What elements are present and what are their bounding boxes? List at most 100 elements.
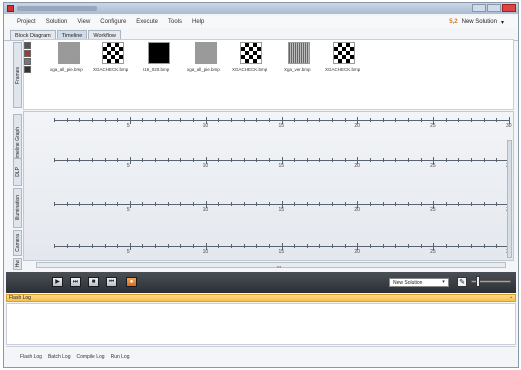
- timeline-tick: [66, 118, 68, 122]
- solution-select[interactable]: New Solution ▾: [389, 278, 449, 287]
- log-title: Flash Log: [9, 295, 31, 301]
- vtab-hw[interactable]: Hw: [13, 258, 22, 270]
- scroll-thumb[interactable]: ▪▪▪: [277, 264, 281, 269]
- timeline-tick-label: 20: [354, 123, 360, 129]
- timeline-tick-label: 5: [126, 123, 130, 129]
- timeline-tick-label: 20: [354, 249, 360, 255]
- timeline-tick-label: 25: [430, 249, 436, 255]
- timeline-tick: [193, 118, 195, 122]
- timeline-tick-label: 15: [278, 207, 285, 213]
- timeline-tick: [458, 158, 460, 162]
- timeline-tick: [483, 202, 485, 206]
- record-icon[interactable]: ●: [126, 277, 137, 287]
- delete-icon[interactable]: [24, 50, 31, 57]
- step-forward-icon[interactable]: ⏭: [70, 277, 81, 287]
- vertical-scrollbar[interactable]: [507, 140, 512, 258]
- timeline-tick: [268, 118, 270, 122]
- timeline-tick: [471, 244, 473, 248]
- timeline-tick: [256, 118, 258, 122]
- menu-execute[interactable]: Execute: [131, 19, 163, 25]
- timeline-tick: [256, 158, 258, 162]
- timeline-tick: [332, 244, 334, 248]
- timeline-tick: [294, 158, 296, 162]
- frame-thumbnail[interactable]: [240, 42, 262, 64]
- timeline-tick: [445, 158, 447, 162]
- menu-tools[interactable]: Tools: [163, 19, 187, 25]
- timeline-tick: [66, 158, 68, 162]
- timeline-tick: [155, 202, 157, 206]
- timeline-tick: [167, 244, 169, 248]
- tab-flash-log[interactable]: Flash Log: [20, 354, 42, 360]
- list-icon[interactable]: [24, 66, 31, 73]
- menu-project[interactable]: Project: [12, 19, 41, 25]
- maximize-button[interactable]: [487, 4, 501, 12]
- tab-batch-log[interactable]: Batch Log: [48, 354, 71, 360]
- log-output[interactable]: [6, 303, 516, 345]
- timeline-tick: [483, 118, 485, 122]
- timeline-tick: [180, 202, 182, 206]
- timeline-tick: [496, 244, 498, 248]
- timeline-tick: [294, 244, 296, 248]
- frame-label: Xga_ver.bmp: [284, 67, 311, 72]
- vtab-illumination[interactable]: Illumination: [13, 188, 22, 228]
- menu-configure[interactable]: Configure: [95, 19, 131, 25]
- timeline-tick: [319, 158, 321, 162]
- timeline-tick: [193, 244, 195, 248]
- tab-run-log[interactable]: Run Log: [111, 354, 130, 360]
- timeline-tick: [407, 244, 409, 248]
- edit-icon[interactable]: [24, 58, 31, 65]
- timeline-tick: [407, 118, 409, 122]
- chevron-down-icon: ▾: [500, 19, 504, 26]
- timeline-tick-label: 15: [278, 123, 285, 129]
- wrench-icon[interactable]: ✎: [457, 277, 467, 287]
- timeline-tick: [471, 158, 473, 162]
- timeline-tick: [129, 157, 131, 164]
- frame-thumbnail[interactable]: [195, 42, 217, 64]
- frame-thumbnail[interactable]: [58, 42, 80, 64]
- close-button[interactable]: [502, 4, 516, 12]
- zoom-slider-handle[interactable]: [476, 276, 480, 287]
- menu-help[interactable]: Help: [187, 19, 209, 25]
- timeline-tick: [319, 118, 321, 122]
- frame-thumbnail[interactable]: [333, 42, 355, 64]
- timeline-tick: [243, 244, 245, 248]
- tab-compile-log[interactable]: Compile Log: [77, 354, 105, 360]
- timeline-tick-label: 25: [430, 207, 436, 213]
- timeline-tick: [230, 202, 232, 206]
- timeline-tick: [117, 118, 119, 122]
- step-back-icon[interactable]: ⏮: [106, 277, 117, 287]
- timeline-tick: [180, 244, 182, 248]
- timeline-tick: [458, 118, 460, 122]
- timeline-tick: [445, 244, 447, 248]
- timeline-tick: [104, 202, 106, 206]
- solution-indicator[interactable]: 5,2 New Solution ▾: [449, 16, 504, 28]
- timeline-tick: [91, 118, 93, 122]
- timeline-tick: [369, 158, 371, 162]
- play-icon[interactable]: ▶: [52, 277, 63, 287]
- frame-thumbnail[interactable]: [102, 42, 124, 64]
- image-icon[interactable]: [24, 42, 31, 49]
- timeline-tick: [306, 158, 308, 162]
- timeline-tick: [129, 117, 131, 124]
- frame-thumbnail[interactable]: [148, 42, 170, 64]
- timeline-tick: [180, 158, 182, 162]
- solution-name: New Solution: [461, 19, 497, 25]
- vtab-camera[interactable]: Camera: [13, 230, 22, 256]
- vtab-dlp[interactable]: DLP: [13, 158, 22, 186]
- minimize-button[interactable]: [472, 4, 486, 12]
- stop-icon[interactable]: ■: [88, 277, 99, 287]
- timeline-tick: [306, 118, 308, 122]
- timeline-tick: [230, 158, 232, 162]
- frame-thumbnail[interactable]: [288, 42, 310, 64]
- timeline-tick: [142, 244, 144, 248]
- timeline-tick: [104, 244, 106, 248]
- menu-solution[interactable]: Solution: [41, 19, 73, 25]
- horizontal-scrollbar[interactable]: ▪▪▪: [36, 262, 506, 269]
- timeline-tick: [218, 118, 220, 122]
- pin-icon[interactable]: ▪: [510, 295, 512, 301]
- vtab-frames[interactable]: Frames: [13, 42, 22, 108]
- menu-view[interactable]: View: [72, 19, 95, 25]
- frames-panel: [23, 39, 514, 110]
- timeline-tick: [268, 244, 270, 248]
- timeline-graph[interactable]: 5101520253051015202530510152025305101520…: [23, 111, 514, 261]
